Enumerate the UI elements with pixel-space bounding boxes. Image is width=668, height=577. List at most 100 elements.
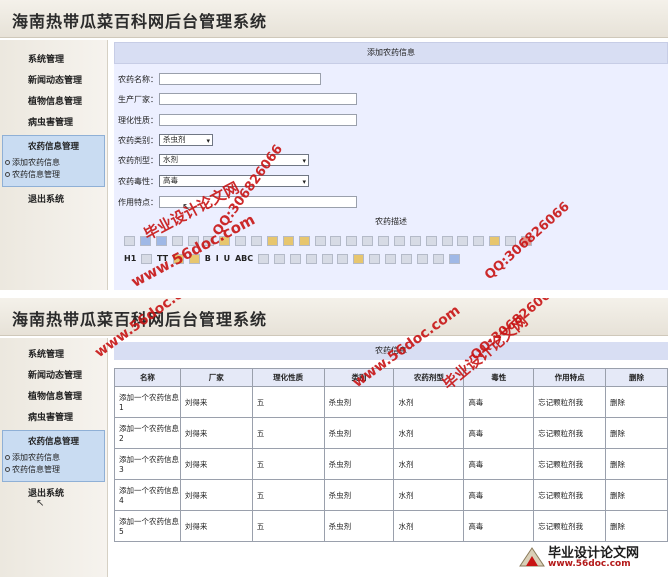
table-icon[interactable] [321, 254, 333, 264]
table-cell: 添加一个农药信息4 [114, 479, 181, 511]
watermark-logo: 毕业设计论文网 www.56doc.com [518, 542, 664, 574]
find-icon[interactable] [171, 236, 183, 246]
superscript-icon[interactable] [457, 236, 469, 246]
nav-group-title[interactable]: 农药信息管理 [3, 140, 104, 152]
table-cell: 添加一个农药信息3 [114, 448, 181, 480]
bold-icon[interactable]: B [205, 254, 211, 264]
type-select[interactable]: 杀虫剂 ▾ [159, 134, 213, 146]
maker-input[interactable] [159, 93, 357, 105]
emoticon-icon[interactable] [353, 254, 365, 264]
special-char-icon[interactable] [369, 254, 381, 264]
manage-pesticide-screen: 海南热带瓜菜百科网后台管理系统 系统管理 新闻动态管理 植物信息管理 病虫害管理… [0, 298, 668, 577]
delete-link[interactable]: 删除 [605, 479, 668, 511]
nav-news[interactable]: 新闻动态管理 [0, 71, 108, 91]
page-break-icon[interactable] [385, 254, 397, 264]
source-icon[interactable] [124, 236, 135, 246]
table-row: 添加一个农药信息4 刘得来五杀虫剂 水剂 高毒 忘记颗粒剂我 删除 [114, 479, 668, 511]
italic-icon[interactable]: I [216, 254, 219, 264]
heading-icon[interactable]: H1 [124, 254, 136, 264]
delete-link[interactable]: 删除 [605, 417, 668, 449]
nav-group-pesticide: 农药信息管理 添加农药信息 农药信息管理 [2, 430, 105, 482]
delete-link[interactable]: 删除 [605, 510, 668, 542]
table-cell: 添加一个农药信息5 [114, 510, 181, 542]
paste-text-icon[interactable] [282, 236, 294, 246]
link-icon[interactable] [416, 254, 428, 264]
logo-text-domain: www.56doc.com [548, 559, 631, 569]
nav-manage-pesticide[interactable]: 农药信息管理 [5, 464, 60, 475]
table-cell: 杀虫剂 [323, 510, 395, 542]
paste-word-icon[interactable] [298, 236, 310, 246]
copy-icon[interactable] [251, 236, 262, 246]
table-cell: 忘记颗粒剂我 [533, 510, 607, 542]
nav-manage-pesticide-label: 农药信息管理 [12, 170, 60, 179]
media-icon[interactable] [305, 254, 317, 264]
ordered-list-icon[interactable] [378, 236, 389, 246]
delete-link[interactable]: 删除 [605, 448, 668, 480]
table-cell: 忘记颗粒剂我 [533, 417, 607, 449]
unordered-list-icon[interactable] [393, 236, 405, 246]
delete-link[interactable]: 删除 [605, 386, 668, 418]
table-cell: 忘记颗粒剂我 [533, 479, 607, 511]
nav-plants[interactable]: 植物信息管理 [0, 387, 108, 407]
underline-icon[interactable]: U [224, 254, 231, 264]
table-header-row: 名称 厂家 理化性质 类别 农药剂型 毒性 作用特点 删除 [114, 368, 668, 387]
indent-icon[interactable] [409, 236, 421, 246]
nav-system[interactable]: 系统管理 [0, 50, 108, 70]
nav-add-pesticide[interactable]: 添加农药信息 [5, 157, 60, 168]
bullet-icon [5, 160, 10, 165]
table-row: 添加一个农药信息1 刘得来五杀虫剂 水剂 高毒 忘记颗粒剂我 删除 [114, 386, 668, 418]
nav-pests[interactable]: 病虫害管理 [0, 113, 108, 133]
hr-icon[interactable] [337, 254, 349, 264]
align-left-icon[interactable] [314, 236, 326, 246]
outdent-icon[interactable] [425, 236, 437, 246]
nav-news[interactable]: 新闻动态管理 [0, 366, 108, 386]
dosage-label: 农药剂型： [118, 156, 158, 165]
table-cell: 五 [251, 479, 325, 511]
table-cell: 忘记颗粒剂我 [533, 448, 607, 480]
strikethrough-icon[interactable]: ABC [235, 254, 253, 264]
name-input[interactable] [159, 73, 321, 85]
nav-plants[interactable]: 植物信息管理 [0, 92, 108, 112]
clear-format-icon[interactable] [473, 236, 485, 246]
nav-add-pesticide[interactable]: 添加农药信息 [5, 452, 60, 463]
flash-icon[interactable] [289, 254, 301, 264]
screen-separator [0, 290, 668, 298]
nav-add-pesticide-label: 添加农药信息 [12, 158, 60, 167]
table-cell: 高毒 [463, 510, 535, 542]
bullet-icon [5, 172, 10, 177]
table-cell: 五 [251, 448, 325, 480]
align-right-icon[interactable] [346, 236, 358, 246]
toxicity-label: 农药毒性： [118, 177, 158, 186]
app-title: 海南热带瓜菜百科网后台管理系统 [12, 12, 268, 31]
help-icon[interactable] [448, 254, 460, 264]
unlink-icon[interactable] [432, 254, 444, 264]
table-cell: 刘得来 [179, 479, 253, 511]
format-brush-icon[interactable] [489, 236, 501, 246]
anchor-icon[interactable] [400, 254, 412, 264]
table-row: 添加一个农药信息5 刘得来五杀虫剂 水剂 高毒 忘记颗粒剂我 删除 [114, 510, 668, 542]
dosage-select-value: 水剂 [163, 155, 178, 164]
property-label: 理化性质： [118, 116, 158, 125]
nav-pests[interactable]: 病虫害管理 [0, 408, 108, 428]
table-cell: 刘得来 [179, 417, 253, 449]
nav-logout[interactable]: 退出系统 [0, 484, 108, 504]
dosage-select[interactable]: 水剂 ▾ [159, 154, 309, 166]
form-header: 添加农药信息 [114, 42, 668, 64]
column-header: 理化性质 [251, 368, 325, 387]
table-cell: 忘记颗粒剂我 [533, 386, 607, 418]
paste-icon[interactable] [266, 236, 278, 246]
nav-manage-pesticide[interactable]: 农药信息管理 [5, 169, 60, 180]
image-icon[interactable] [273, 254, 285, 264]
nav-logout[interactable]: 退出系统 [0, 190, 108, 210]
chevron-down-icon: ▾ [302, 157, 306, 165]
subscript-icon[interactable] [441, 236, 453, 246]
nav-group-title[interactable]: 农药信息管理 [3, 435, 104, 447]
property-input[interactable] [159, 114, 357, 126]
table-cell: 杀虫剂 [323, 448, 395, 480]
align-center-icon[interactable] [330, 236, 342, 246]
column-header: 作用特点 [533, 368, 607, 387]
table-cell: 水剂 [393, 417, 465, 449]
justify-icon[interactable] [362, 236, 374, 246]
eraser-icon[interactable] [258, 254, 270, 264]
chevron-down-icon: ▾ [206, 137, 210, 145]
